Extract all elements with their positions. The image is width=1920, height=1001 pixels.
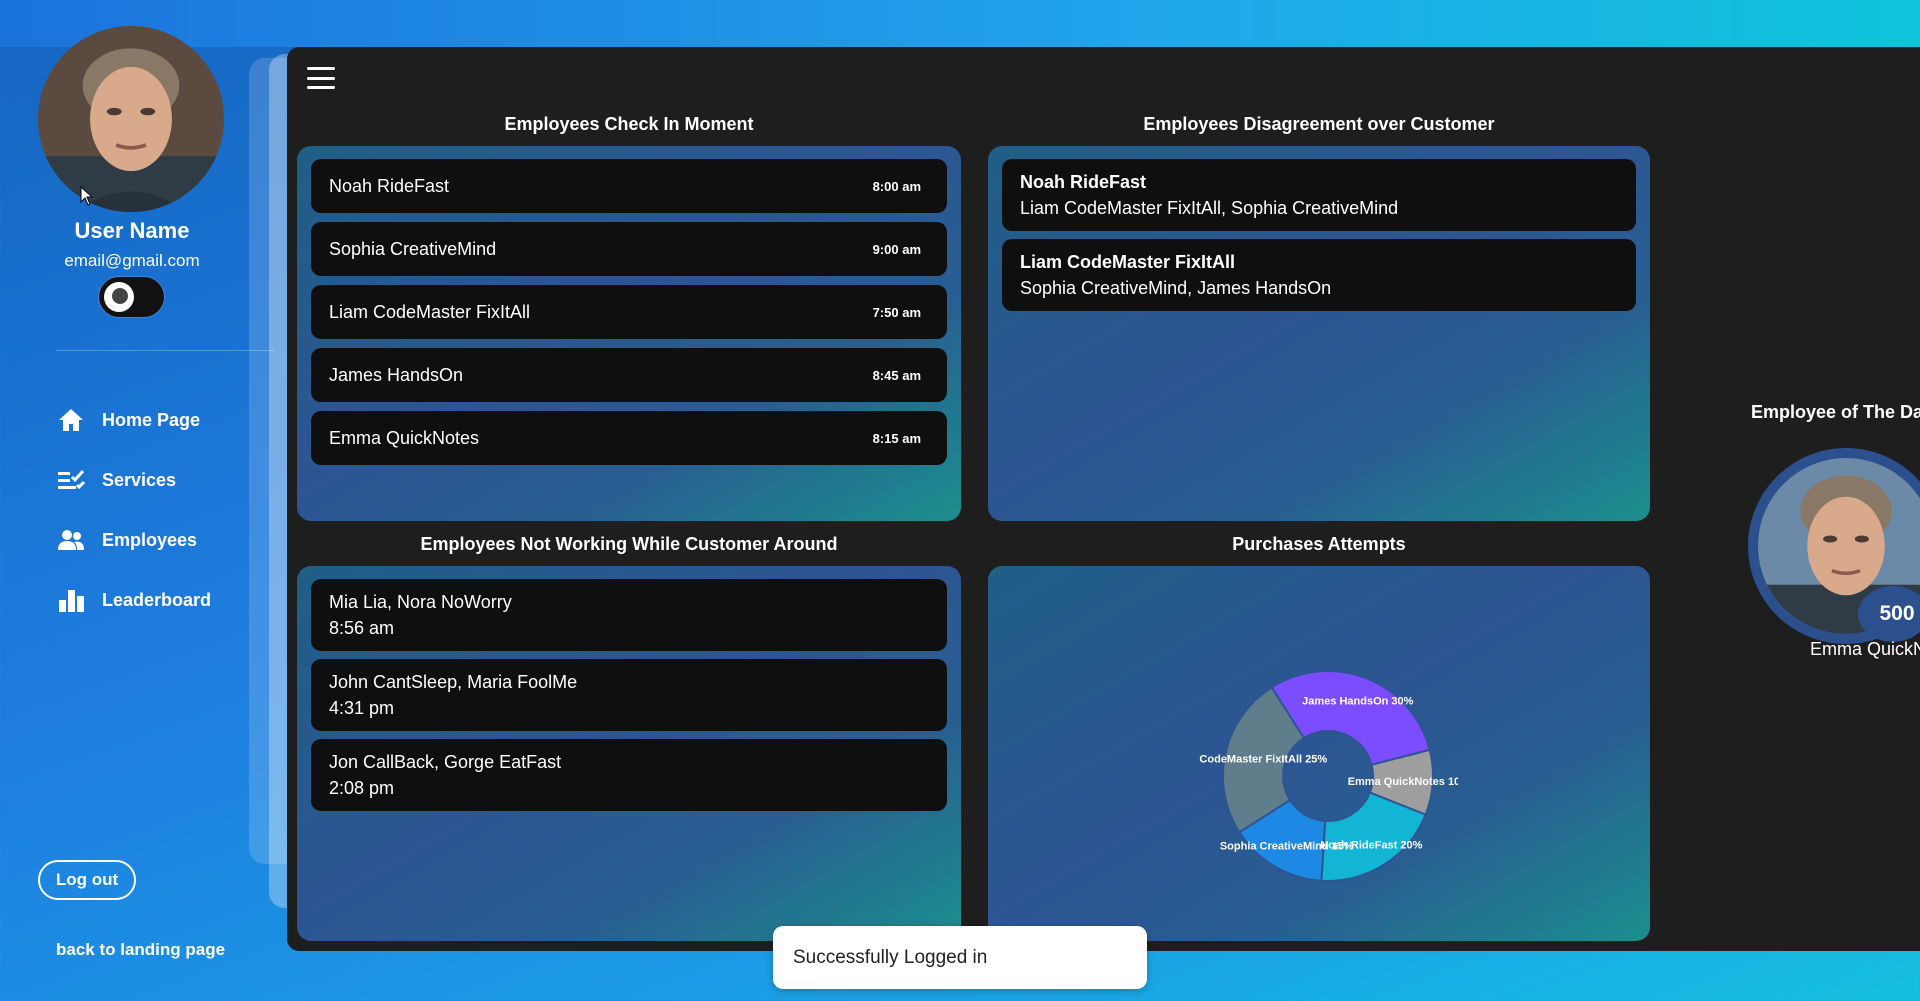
user-name: User Name — [74, 218, 190, 243]
list-item[interactable]: Mia Lia, Nora NoWorry 8:56 am — [311, 579, 947, 651]
user-email: email@gmail.com — [64, 251, 200, 270]
sidebar-item-home[interactable]: Home Page — [56, 390, 211, 450]
purchases-donut-chart[interactable]: James HandsOn 30%Emma QuickNotes 10%Noah… — [1198, 646, 1458, 906]
employee-of-day-title: Employee of The Day — [1751, 402, 1920, 422]
employee-name: Liam CodeMaster FixItAll — [329, 301, 531, 322]
sidebar-nav: Home Page Services Employees Leaderboard — [56, 390, 211, 630]
sidebar-divider — [56, 350, 274, 351]
bar-chart-icon — [56, 585, 86, 615]
not-working-card: Mia Lia, Nora NoWorry 8:56 am John CantS… — [297, 566, 961, 941]
event-time: 8:56 am — [329, 618, 395, 638]
list-item[interactable]: James HandsOn 8:45 am — [311, 348, 947, 402]
employee-names: John CantSleep, Maria FoolMe — [329, 672, 578, 692]
employee-name: Sophia CreativeMind — [329, 238, 497, 259]
event-time: 4:31 pm — [329, 698, 395, 718]
donut-slice-label: Liam CodeMaster FixItAll 25% — [1198, 753, 1327, 765]
top-gradient-strip — [0, 0, 1920, 47]
checkin-time: 8:15 am — [872, 430, 921, 446]
mouse-cursor-icon — [80, 186, 94, 206]
checkin-title: Employees Check In Moment — [504, 114, 754, 134]
employee-name: James HandsOn — [329, 364, 464, 385]
back-to-landing-link[interactable]: back to landing page — [56, 940, 225, 960]
checkin-card: Noah RideFast 8:00 am Sophia CreativeMin… — [297, 146, 961, 521]
event-time: 2:08 pm — [329, 778, 395, 798]
list-item[interactable]: Emma QuickNotes 8:15 am — [311, 411, 947, 465]
employee-names: Mia Lia, Nora NoWorry — [329, 592, 512, 612]
home-icon — [56, 405, 86, 435]
checkin-time: 7:50 am — [872, 304, 921, 320]
people-icon — [56, 525, 86, 555]
sidebar-item-label: Services — [102, 469, 177, 490]
sidebar-item-employees[interactable]: Employees — [56, 510, 211, 570]
disagreement-with: Sophia CreativeMind, James HandsOn — [1020, 278, 1332, 298]
checkin-time: 8:45 am — [872, 367, 921, 383]
disagreement-with: Liam CodeMaster FixItAll, Sophia Creativ… — [1020, 198, 1399, 218]
disagreement-title: Employees Disagreement over Customer — [1143, 114, 1495, 134]
checklist-icon — [56, 465, 86, 495]
list-item[interactable]: Jon CallBack, Gorge EatFast 2:08 pm — [311, 739, 947, 811]
purchases-title: Purchases Attempts — [1232, 534, 1406, 554]
donut-slice-label: Emma QuickNotes 10% — [1348, 776, 1458, 788]
employee-name: Noah RideFast — [1020, 172, 1147, 192]
list-item[interactable]: Noah RideFast 8:00 am — [311, 159, 947, 213]
checkin-time: 9:00 am — [872, 241, 921, 257]
avatar[interactable] — [38, 26, 224, 212]
list-item[interactable]: Sophia CreativeMind 9:00 am — [311, 222, 947, 276]
employee-name: Noah RideFast — [329, 175, 450, 196]
employee-of-day-name: Emma QuickNotes — [1810, 639, 1920, 659]
checkin-time: 8:00 am — [872, 178, 921, 194]
sidebar-item-leaderboard[interactable]: Leaderboard — [56, 570, 211, 630]
sidebar-item-services[interactable]: Services — [56, 450, 211, 510]
donut-slice[interactable] — [1270, 670, 1431, 767]
toggle-knob-icon — [104, 282, 134, 312]
donut-slice-label: Sophia CreativeMind 15% — [1220, 841, 1354, 853]
list-item[interactable]: Liam CodeMaster FixItAll 7:50 am — [311, 285, 947, 339]
theme-toggle[interactable] — [99, 277, 164, 317]
toast-notification: Successfully Logged in — [773, 926, 1147, 989]
donut-slice-label: James HandsOn 30% — [1302, 696, 1413, 708]
employee-name: Emma QuickNotes — [329, 427, 480, 448]
employee-score-badge: 500 — [1858, 586, 1920, 642]
sidebar-item-label: Employees — [102, 529, 198, 550]
logout-button[interactable]: Log out — [38, 860, 136, 900]
main-panel: Employees Check In Moment Noah RideFast … — [287, 47, 1920, 951]
sidebar-item-label: Leaderboard — [102, 589, 212, 610]
sidebar-item-label: Home Page — [102, 409, 201, 430]
sidebar: User Name email@gmail.com Home Page Serv… — [0, 0, 274, 1001]
employee-name: Liam CodeMaster FixItAll — [1020, 252, 1236, 272]
purchases-card: James HandsOn 30% Emma QuickNotes 10% Noah… — [988, 566, 1650, 941]
employee-names: Jon CallBack, Gorge EatFast — [329, 752, 562, 772]
menu-icon[interactable] — [307, 67, 335, 89]
list-item[interactable]: Liam CodeMaster FixItAll Sophia Creative… — [1002, 239, 1636, 311]
avatar-portrait — [38, 26, 224, 212]
list-item[interactable]: Noah RideFast Liam CodeMaster FixItAll, … — [1002, 159, 1636, 231]
list-item[interactable]: John CantSleep, Maria FoolMe 4:31 pm — [311, 659, 947, 731]
not-working-title: Employees Not Working While Customer Aro… — [420, 534, 838, 554]
disagreement-card: Noah RideFast Liam CodeMaster FixItAll, … — [988, 146, 1650, 521]
